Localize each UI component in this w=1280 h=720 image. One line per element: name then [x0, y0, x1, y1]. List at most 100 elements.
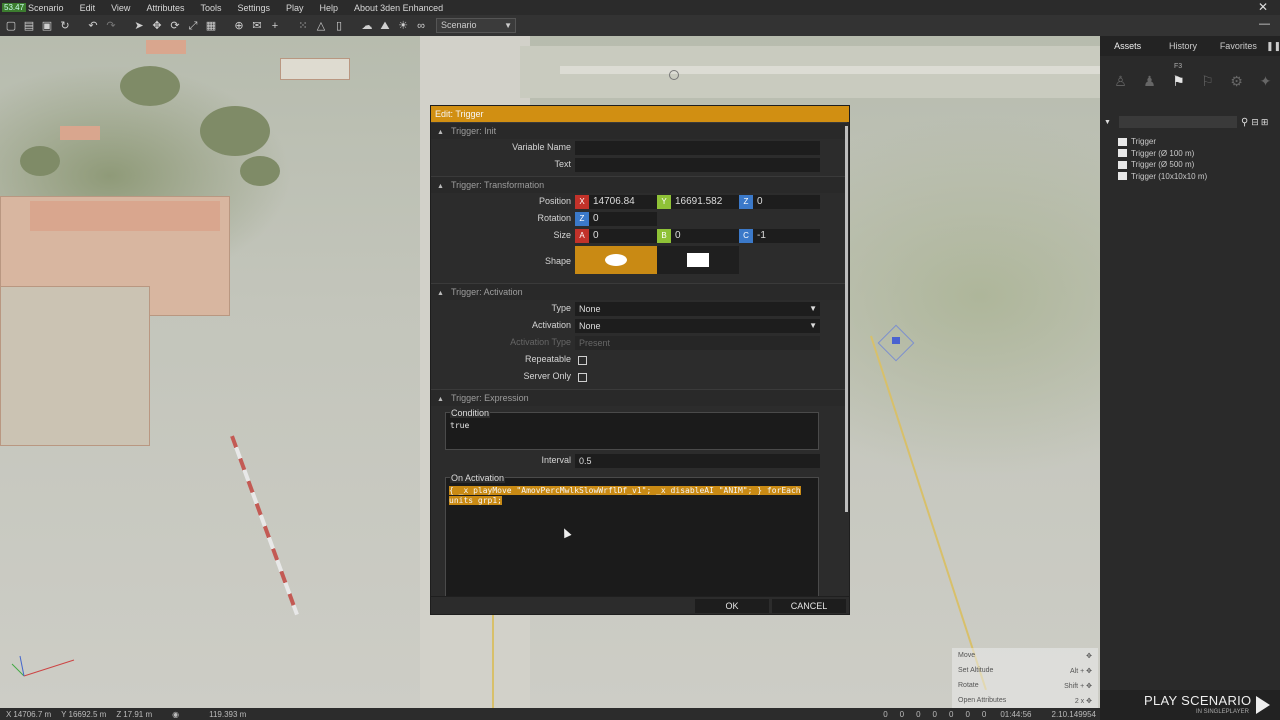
add-icon[interactable]: + [268, 19, 282, 33]
groups-category-icon[interactable]: ♟ [1135, 73, 1164, 90]
shape-ellipse-button[interactable] [575, 246, 657, 274]
snap-icon[interactable]: ▯ [332, 19, 346, 33]
play-scenario-button[interactable]: PLAY SCENARIO IN SINGLEPLAYER [1100, 690, 1280, 720]
list-item[interactable]: Trigger (10x10x10 m) [1118, 171, 1280, 183]
waypoint-count: 0 [932, 709, 937, 719]
panel-collapse-icon[interactable]: ❚❚ [1266, 41, 1280, 52]
mail-icon[interactable]: ✉ [250, 19, 264, 33]
ok-button[interactable]: OK [695, 599, 769, 613]
scale-icon[interactable]: ⤢ [186, 19, 200, 33]
size-a-field[interactable]: 0 [589, 229, 657, 243]
axis-c-badge: C [739, 229, 753, 243]
repeatable-checkbox[interactable] [578, 356, 587, 365]
size-b-field[interactable]: 0 [671, 229, 739, 243]
rotation-z-field[interactable]: 0 [589, 212, 657, 226]
menu-tools[interactable]: Tools [192, 3, 229, 13]
building-roof [60, 126, 100, 140]
condition-textarea[interactable]: Condition true [445, 408, 819, 450]
undo-icon[interactable]: ↶ [86, 19, 100, 33]
section-transformation[interactable]: ▲ Trigger: Transformation [431, 176, 847, 193]
variable-name-field[interactable] [575, 141, 820, 155]
menu-edit[interactable]: Edit [72, 3, 104, 13]
area-select-icon[interactable]: ▦ [204, 19, 218, 33]
size-c-field[interactable]: -1 [753, 229, 820, 243]
systems-category-icon[interactable]: ⚙ [1222, 73, 1251, 90]
translate-icon[interactable]: ✥ [150, 19, 164, 33]
waypoints-category-icon[interactable]: ⚐ [1193, 73, 1222, 90]
category-hotkey: F3 [1174, 62, 1183, 70]
hint-action: Rotate [958, 682, 979, 689]
section-init[interactable]: ▲ Trigger: Init [431, 122, 847, 139]
redo-icon[interactable]: ↷ [104, 19, 118, 33]
rotation-label: Rotation [537, 213, 571, 223]
expand-all-icon[interactable]: ⊞ [1261, 117, 1269, 128]
shape-rectangle-button[interactable] [657, 246, 739, 274]
menu-attributes[interactable]: Attributes [138, 3, 192, 13]
sun-icon[interactable]: ☀ [396, 19, 410, 33]
save-scenario-icon[interactable]: ▣ [40, 19, 54, 33]
vertical-mode-icon[interactable]: △ [314, 19, 328, 33]
row-shape: Shape [431, 244, 847, 278]
section-activation[interactable]: ▲ Trigger: Activation [431, 283, 847, 300]
toolbar: ▢ ▤ ▣ ↻ ↶ ↷ ➤ ✥ ⟳ ⤢ ▦ ⊕ ✉ + ⁙ △ ▯ ☁ ⛰ ☀ … [0, 15, 1280, 36]
objects-category-icon[interactable]: ♙ [1106, 73, 1135, 90]
row-text: Text [431, 156, 847, 173]
activation-select[interactable]: None ▼ [575, 319, 820, 333]
type-select[interactable]: None ▼ [575, 302, 820, 316]
markers-category-icon[interactable]: ✦ [1251, 73, 1280, 90]
section-title: Trigger: Activation [450, 287, 523, 297]
rotate-icon[interactable]: ⟳ [168, 19, 182, 33]
menu-play[interactable]: Play [278, 3, 312, 13]
server-only-checkbox[interactable] [578, 373, 587, 382]
row-variable-name: Variable Name [431, 139, 847, 156]
x-coord: 14706.7 m [13, 709, 52, 719]
chevron-down-icon: ▼ [809, 321, 817, 330]
scenario-select[interactable]: Scenario ▼ [436, 18, 516, 33]
mission-time: 01:44:56 [1000, 709, 1032, 719]
collapse-tree-icon[interactable]: ▼ [1104, 119, 1111, 126]
position-y-field[interactable]: 16691.582 [671, 195, 739, 209]
tab-assets[interactable]: Assets [1100, 41, 1155, 51]
tab-favorites[interactable]: Favorites [1211, 41, 1266, 51]
repeatable-label: Repeatable [524, 354, 571, 364]
search-icon[interactable]: ⚲ [1241, 117, 1248, 128]
weather-icon[interactable]: ☁ [360, 19, 374, 33]
open-scenario-icon[interactable]: ▤ [22, 19, 36, 33]
triggers-category-icon[interactable]: F3 ⚑ [1164, 63, 1193, 90]
new-scenario-icon[interactable]: ▢ [4, 19, 18, 33]
lighting-icon[interactable]: ⛰ [378, 19, 392, 33]
z-coord-icon: Z [116, 709, 122, 719]
menu-about-3den-enhanced[interactable]: About 3den Enhanced [346, 3, 451, 13]
menu-settings[interactable]: Settings [229, 3, 278, 13]
text-field[interactable] [575, 158, 820, 172]
row-size: Size A 0 B 0 C -1 [431, 227, 847, 244]
layer-count: 0 [981, 709, 987, 719]
tab-history[interactable]: History [1155, 41, 1210, 51]
interval-field[interactable]: 0.5 [575, 454, 820, 468]
cancel-button[interactable]: CANCEL [772, 599, 846, 613]
dialog-title[interactable]: Edit: Trigger [431, 106, 849, 122]
position-z-field[interactable]: 0 [753, 195, 820, 209]
on-activation-block: On Activation { _x playMove "AmovPercMwl… [431, 469, 847, 598]
section-expression[interactable]: ▲ Trigger: Expression [431, 389, 847, 406]
minimize-icon[interactable]: — [1259, 18, 1270, 30]
close-icon[interactable]: ✕ [1258, 0, 1268, 14]
trigger-flag-icon[interactable] [892, 337, 900, 344]
asset-search-input[interactable] [1118, 116, 1237, 128]
select-cursor-icon[interactable]: ➤ [132, 19, 146, 33]
dialog-scrollbar[interactable] [845, 126, 848, 512]
globe-icon[interactable]: ⊕ [232, 19, 246, 33]
menu-help[interactable]: Help [312, 3, 347, 13]
grid-icon[interactable]: ⁙ [296, 19, 310, 33]
position-x-field[interactable]: 14706.84 [589, 195, 657, 209]
binoculars-icon[interactable]: ∞ [414, 19, 428, 33]
reload-icon[interactable]: ↻ [58, 19, 72, 33]
list-item[interactable]: Trigger [1118, 136, 1280, 148]
menu-scenario[interactable]: Scenario [26, 3, 72, 13]
list-item[interactable]: Trigger (Ø 500 m) [1118, 159, 1280, 171]
on-activation-textarea[interactable]: On Activation { _x playMove "AmovPercMwl… [445, 473, 819, 598]
on-activation-label: On Activation [450, 473, 506, 483]
menu-view[interactable]: View [103, 3, 138, 13]
list-item[interactable]: Trigger (Ø 100 m) [1118, 148, 1280, 160]
collapse-all-icon[interactable]: ⊟ [1251, 117, 1259, 128]
